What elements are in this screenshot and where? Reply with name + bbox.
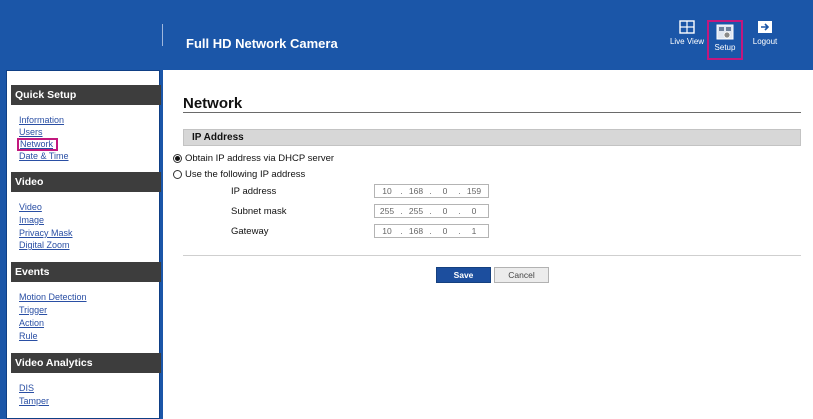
setup-button[interactable]: Setup	[707, 20, 743, 60]
section-header-ip-address: IP Address	[183, 129, 801, 146]
sidebar-item-date-time[interactable]: Date & Time	[19, 151, 69, 161]
ip-octet: 255	[379, 206, 395, 216]
sidebar-section-quick-setup: Quick Setup	[11, 85, 161, 105]
ip-octet: 168	[408, 226, 424, 236]
ip-octet: 0	[442, 206, 448, 216]
dhcp-option-label: Obtain IP address via DHCP server	[185, 153, 335, 164]
form-divider	[183, 255, 801, 256]
cancel-button[interactable]: Cancel	[494, 267, 549, 283]
radio-selected-dot	[175, 156, 180, 161]
logout-icon	[758, 21, 772, 33]
ip-octet: 10	[382, 226, 392, 236]
page-title: Network	[183, 95, 243, 112]
sidebar-item-trigger[interactable]: Trigger	[19, 305, 47, 315]
ip-octet: 255	[408, 206, 424, 216]
static-ip-radio[interactable]	[173, 170, 182, 179]
ip-address-input[interactable]: 10. 168. 0. 159	[374, 184, 489, 198]
subnet-mask-input[interactable]: 255. 255. 0. 0	[374, 204, 489, 218]
sidebar-section-video-analytics: Video Analytics	[11, 353, 161, 373]
ip-address-label: IP address	[231, 186, 277, 197]
header-divider	[162, 24, 163, 46]
sidebar-item-network[interactable]: Network	[17, 138, 59, 151]
sidebar-item-action[interactable]: Action	[19, 318, 44, 328]
logout-button[interactable]: Logout	[746, 16, 784, 58]
ip-octet: 1	[471, 226, 477, 236]
logout-label: Logout	[752, 37, 778, 46]
sidebar-item-users[interactable]: Users	[19, 127, 43, 137]
subnet-mask-label: Subnet mask	[231, 206, 287, 217]
top-header: Full HD Network Camera Live View Setup L…	[0, 0, 813, 68]
static-ip-option: Use the following IP address	[173, 169, 305, 180]
live-view-button[interactable]: Live View	[668, 16, 706, 58]
sidebar-section-video: Video	[11, 172, 161, 192]
sidebar-item-motion-detection[interactable]: Motion Detection	[19, 292, 87, 302]
sidebar: Quick Setup Information Users Network Da…	[6, 70, 161, 419]
live-view-icon	[679, 20, 695, 34]
ip-octet: 0	[471, 206, 477, 216]
gateway-input[interactable]: 10. 168. 0. 1	[374, 224, 489, 238]
ip-octet: 159	[466, 186, 482, 196]
ip-octet: 0	[442, 226, 448, 236]
sidebar-item-dis[interactable]: DIS	[19, 383, 34, 393]
ip-octet: 168	[408, 186, 424, 196]
sidebar-item-privacy-mask[interactable]: Privacy Mask	[19, 228, 73, 238]
ip-octet: 0	[442, 186, 448, 196]
main-content: Network IP Address Obtain IP address via…	[163, 70, 813, 419]
dhcp-radio[interactable]	[173, 154, 182, 163]
live-view-label: Live View	[669, 37, 705, 46]
sidebar-section-events: Events	[11, 262, 161, 282]
ip-octet: 10	[382, 186, 392, 196]
sidebar-item-video[interactable]: Video	[19, 202, 42, 212]
sidebar-item-rule[interactable]: Rule	[19, 331, 38, 341]
save-button[interactable]: Save	[436, 267, 491, 283]
gateway-label: Gateway	[231, 226, 269, 237]
app-title: Full HD Network Camera	[186, 36, 338, 51]
dhcp-option: Obtain IP address via DHCP server	[173, 153, 334, 164]
sidebar-item-tamper[interactable]: Tamper	[19, 396, 49, 406]
static-ip-option-label: Use the following IP address	[185, 169, 306, 180]
sidebar-item-digital-zoom[interactable]: Digital Zoom	[19, 240, 70, 250]
sidebar-item-information[interactable]: Information	[19, 115, 64, 125]
setup-label: Setup	[714, 43, 736, 52]
title-divider	[183, 112, 801, 113]
sidebar-item-image[interactable]: Image	[19, 215, 44, 225]
setup-icon	[716, 24, 734, 40]
